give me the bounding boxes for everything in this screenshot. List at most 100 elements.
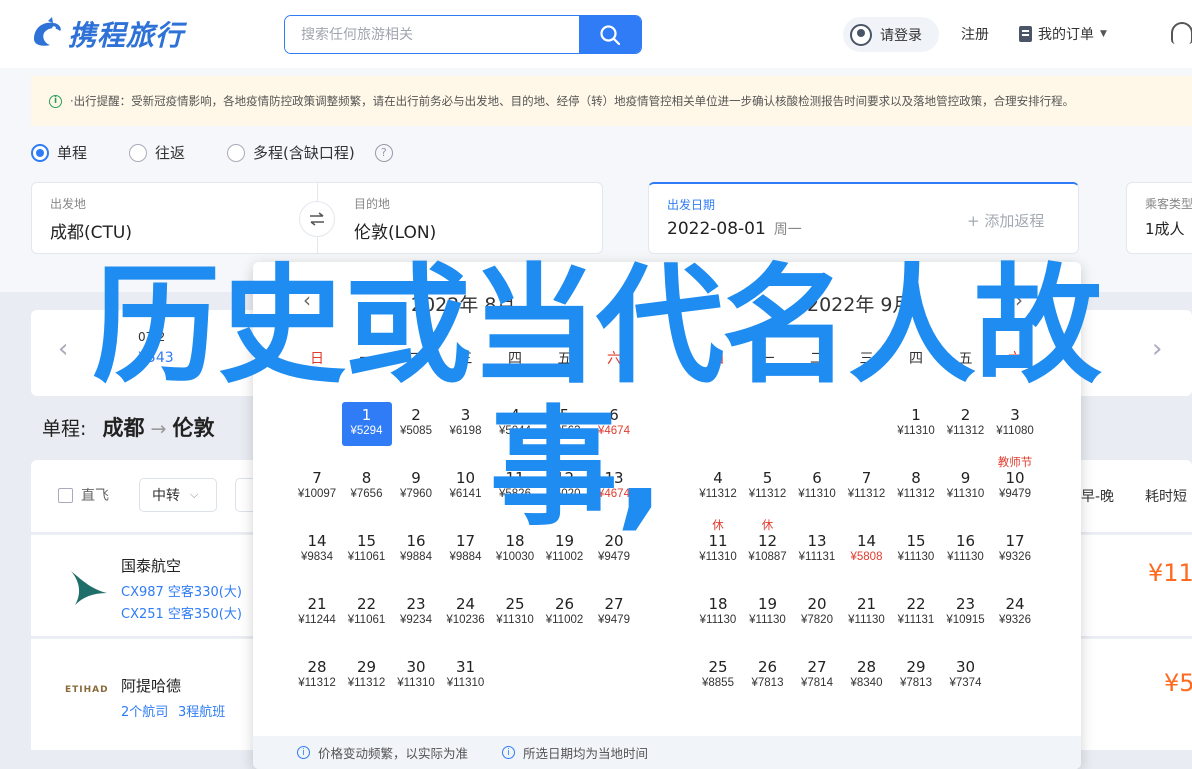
flight-number[interactable]: CX251 空客350(大) (121, 603, 242, 622)
arrival-city-field[interactable]: 目的地 伦敦(LON) (317, 182, 603, 254)
search-button[interactable] (579, 16, 641, 53)
calendar-day[interactable]: 27 ¥7814 (792, 654, 842, 698)
calendar-day[interactable]: 20 ¥7820 (792, 591, 842, 635)
calendar-day[interactable]: 9 ¥7960 (391, 465, 441, 509)
passenger-type-field[interactable]: 乘客类型 1成人 (1126, 182, 1192, 254)
calendar-day[interactable]: 16 ¥9884 (391, 528, 441, 572)
calendar-day[interactable]: 2 ¥5085 (391, 402, 441, 446)
calendar-day[interactable]: 25 ¥8855 (693, 654, 743, 698)
calendar-day[interactable]: 17 ¥9884 (441, 528, 491, 572)
calendar-day[interactable]: 13 ¥4674 (589, 465, 639, 509)
day-price: ¥6141 (449, 488, 482, 500)
calendar-day[interactable]: 7 ¥10097 (292, 465, 342, 509)
departure-city-field[interactable]: 出发地 成都(CTU) (31, 182, 318, 254)
flight-number[interactable]: CX987 空客330(大) (121, 581, 242, 600)
chevron-right-icon[interactable]: › (1152, 334, 1162, 364)
calendar-day[interactable]: 16 ¥11130 (941, 528, 991, 572)
calendar-day[interactable]: 14 ¥5808 (842, 528, 892, 572)
calendar-day[interactable]: 11 ¥5826 (490, 465, 540, 509)
calendar-day[interactable]: 13 ¥11131 (792, 528, 842, 572)
calendar-day[interactable]: 4 ¥11312 (693, 465, 743, 509)
departure-date-field[interactable]: 出发日期 2022-08-01 周一 + 添加返程 (648, 182, 1079, 254)
help-icon[interactable]: ? (374, 143, 393, 162)
trip-type-roundtrip[interactable]: 往返 (129, 142, 185, 163)
calendar-day[interactable]: 12 ¥6020 (540, 465, 590, 509)
strip-date[interactable]: 07-2 (138, 330, 165, 344)
calendar-day[interactable]: 28 ¥11312 (292, 654, 342, 698)
register-link[interactable]: 注册 (961, 24, 989, 44)
segment-count[interactable]: 3程航班 (178, 701, 225, 720)
calendar-day[interactable]: 教师节 10 ¥9479 (990, 455, 1040, 509)
transfer-filter-dropdown[interactable]: 中转 ⌵ (139, 478, 217, 512)
calendar-day[interactable]: 29 ¥11312 (342, 654, 392, 698)
calendar-day[interactable]: 9 ¥11310 (941, 465, 991, 509)
calendar-day[interactable]: 15 ¥11061 (342, 528, 392, 572)
footer-note: i 所选日期均为当地时间 (502, 743, 648, 762)
calendar-day[interactable]: 休 12 ¥10887 (743, 518, 793, 572)
calendar-day[interactable]: 21 ¥11244 (292, 591, 342, 635)
search-input[interactable] (285, 16, 579, 53)
travel-notice-banner: i ·出行提醒：受新冠疫情影响，各地疫情防控政策调整频繁，请在出行前务必与出发地… (31, 76, 1192, 126)
calendar-day[interactable]: 19 ¥11130 (743, 591, 793, 635)
calendar-day[interactable]: 23 ¥9234 (391, 591, 441, 635)
calendar-day[interactable]: 20 ¥9479 (589, 528, 639, 572)
calendar-day[interactable]: 4 ¥5044 (490, 402, 540, 446)
calendar-day[interactable]: 5 ¥11312 (743, 465, 793, 509)
calendar-day[interactable]: 18 ¥11130 (693, 591, 743, 635)
chevron-left-icon[interactable]: ‹ (58, 334, 68, 364)
calendar-day[interactable]: 24 ¥10236 (441, 591, 491, 635)
calendar-day[interactable]: 29 ¥7813 (891, 654, 941, 698)
calendar-day[interactable]: 10 ¥6141 (441, 465, 491, 509)
trip-type-oneway[interactable]: 单程 (31, 142, 87, 163)
calendar-day[interactable]: 8 ¥11312 (891, 465, 941, 509)
add-return-button[interactable]: + 添加返程 (967, 210, 1044, 231)
login-button[interactable]: 请登录 (843, 17, 939, 52)
calendar-day[interactable]: 1 ¥11310 (891, 402, 941, 446)
calendar-day[interactable]: 8 ¥7656 (342, 465, 392, 509)
calendar-day[interactable]: 22 ¥11131 (891, 591, 941, 635)
day-price: ¥11310 (897, 425, 935, 437)
calendar-day[interactable]: 18 ¥10030 (490, 528, 540, 572)
day-number: 1 (911, 406, 921, 424)
calendar-day[interactable]: 3 ¥11080 (990, 402, 1040, 446)
headset-icon[interactable] (1171, 22, 1192, 44)
trip-type-multicity[interactable]: 多程(含缺口程) ? (227, 142, 393, 163)
airline-count[interactable]: 2个航司 (121, 701, 168, 720)
brand-logo[interactable]: 携程旅行 (30, 14, 184, 54)
calendar-day[interactable]: 19 ¥11002 (540, 528, 590, 572)
calendar-day[interactable]: 5 ¥8563 (540, 402, 590, 446)
calendar-day[interactable]: 28 ¥8340 (842, 654, 892, 698)
calendar-day[interactable]: 14 ¥9834 (292, 528, 342, 572)
swap-cities-button[interactable] (299, 201, 335, 237)
calendar-day[interactable]: 1 ¥5294 (341, 402, 392, 446)
calendar-day[interactable]: 25 ¥11310 (490, 591, 540, 635)
chevron-left-icon[interactable]: ‹ (303, 288, 311, 312)
calendar-day[interactable]: 2 ¥11312 (941, 402, 991, 446)
filter-dropdown-partial[interactable] (235, 478, 255, 512)
chevron-right-icon[interactable]: › (1015, 288, 1023, 312)
calendar-day[interactable]: 15 ¥11130 (891, 528, 941, 572)
calendar-day[interactable]: 23 ¥10915 (941, 591, 991, 635)
calendar-day[interactable]: 30 ¥7374 (941, 654, 991, 698)
calendar-day[interactable]: 27 ¥9479 (589, 591, 639, 635)
calendar-day[interactable]: 6 ¥11310 (792, 465, 842, 509)
calendar-footer: i 价格变动频繁，以实际为准 i 所选日期均为当地时间 (253, 736, 1081, 769)
calendar-day[interactable]: 26 ¥11002 (540, 591, 590, 635)
day-price: ¥9326 (999, 614, 1031, 626)
calendar-day[interactable]: 21 ¥11130 (842, 591, 892, 635)
calendar-day[interactable]: 17 ¥9326 (990, 528, 1040, 572)
nonstop-filter[interactable]: 直飞 (58, 485, 109, 505)
calendar-day[interactable]: 31 ¥11310 (441, 654, 491, 698)
calendar-day[interactable]: 3 ¥6198 (441, 402, 491, 446)
calendar-day[interactable]: 6 ¥4674 (589, 402, 639, 446)
calendar-day[interactable]: 24 ¥9326 (990, 591, 1040, 635)
sort-early-late[interactable]: 早-晚 (1081, 486, 1114, 506)
calendar-day[interactable]: 30 ¥11310 (391, 654, 441, 698)
sort-duration[interactable]: 耗时短 (1145, 486, 1187, 506)
calendar-day[interactable]: 26 ¥7813 (743, 654, 793, 698)
my-orders-menu[interactable]: 我的订单 ▼ (1019, 24, 1107, 44)
calendar-day[interactable]: 22 ¥11061 (342, 591, 392, 635)
day-price: ¥10915 (946, 614, 985, 626)
calendar-day[interactable]: 休 11 ¥11310 (693, 518, 743, 572)
calendar-day[interactable]: 7 ¥11312 (842, 465, 892, 509)
